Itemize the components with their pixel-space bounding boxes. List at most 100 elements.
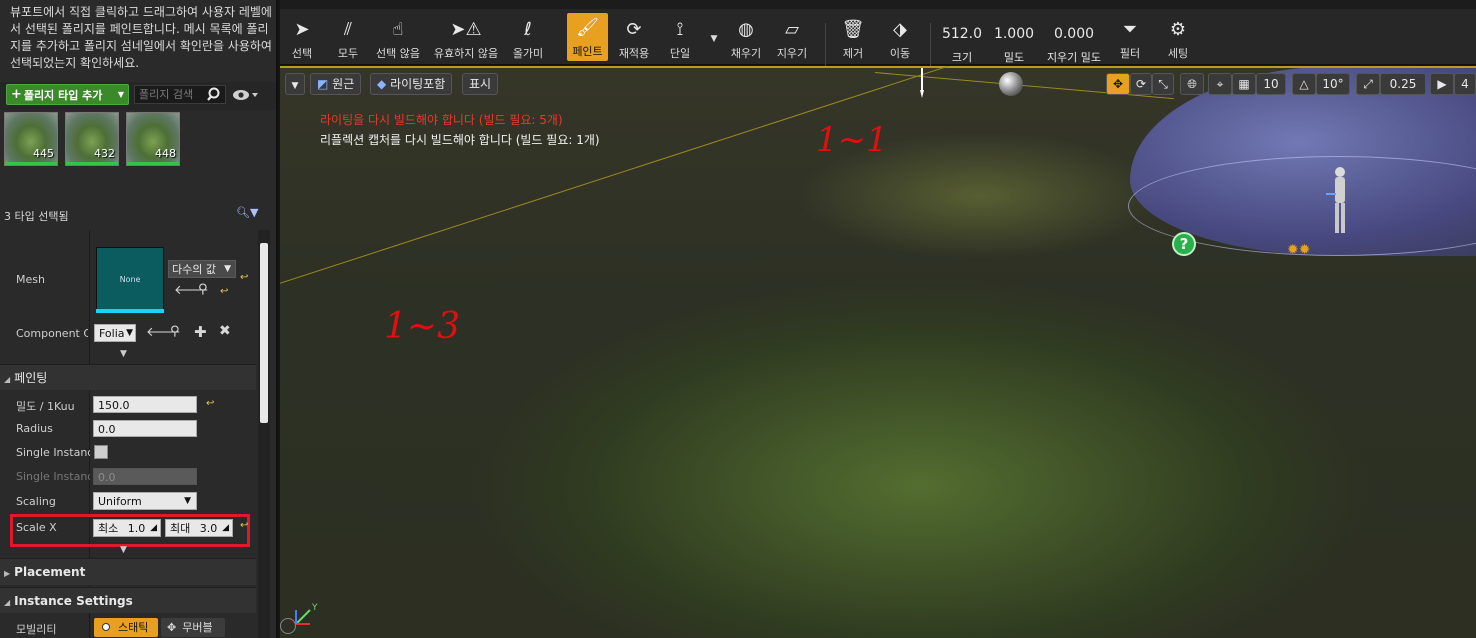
mobility-static-button[interactable]: 스태틱 bbox=[94, 618, 158, 637]
directional-light-icon bbox=[920, 68, 924, 98]
instructions-text: 뷰포트에서 직접 클릭하고 드래그하여 사용자 레벨에서 선택된 폴리지를 페인… bbox=[10, 5, 272, 70]
world-local-globe-icon[interactable]: 🌐︎ bbox=[1180, 73, 1204, 95]
select-all-cursor-icon: ⫽ bbox=[343, 19, 353, 40]
tool-remove[interactable]: 🗑︎ 제거 bbox=[835, 19, 871, 69]
viewport-options-button[interactable]: ▼ bbox=[285, 73, 305, 95]
rotation-snap-icon[interactable]: △ bbox=[1292, 73, 1316, 95]
scale-x-min-value: 1.0 bbox=[127, 522, 146, 535]
level-viewport[interactable]: ▼ ◩ 원근 ◆ 라이팅포함 표시 ✥ ⟳ ⤡ 🌐︎ ⌖ ▦ 10 △ 10° … bbox=[280, 66, 1476, 638]
funnel-filter-icon: ⏷ bbox=[1122, 19, 1138, 40]
tool-select[interactable]: ➤ 선택 bbox=[284, 19, 320, 69]
camera-speed-icon[interactable]: ▶ bbox=[1430, 73, 1454, 95]
foliage-thumbnail[interactable]: 432 bbox=[65, 112, 119, 166]
instance-settings-section-header[interactable]: ◢ Instance Settings bbox=[0, 587, 256, 613]
foliage-thumbnail[interactable]: 445 bbox=[4, 112, 58, 166]
brush-size-control[interactable]: 512.0 크기 bbox=[940, 23, 984, 65]
mesh-asset-combo[interactable]: 다수의 값 ▼ bbox=[168, 260, 236, 278]
move-cross-icon: ✥ bbox=[167, 621, 177, 634]
details-scrollbar-thumb[interactable] bbox=[260, 243, 268, 423]
scale-x-min-label: 최소 bbox=[98, 522, 119, 535]
mobility-movable-label: 무버블 bbox=[182, 621, 213, 634]
tool-select-all[interactable]: ⫽ 모두 bbox=[328, 19, 368, 69]
expand-advanced-icon[interactable]: ▼ bbox=[120, 545, 127, 555]
perspective-cube-icon: ◩ bbox=[317, 77, 329, 91]
translate-mode-icon[interactable]: ✥ bbox=[1106, 73, 1130, 95]
tool-move[interactable]: ⬗ 이동 bbox=[880, 19, 920, 69]
lighting-rebuild-warning: 라이팅을 다시 빌드해야 합니다 (빌드 필요: 5개) bbox=[320, 113, 563, 127]
scale-x-max-input[interactable]: 최대 3.0 ◢ bbox=[165, 519, 233, 537]
placement-section-title: Placement bbox=[14, 565, 86, 579]
radius-input[interactable]: 0.0 bbox=[93, 420, 197, 437]
hand-icon: ☝ bbox=[392, 19, 404, 40]
tool-paint[interactable]: 🖌︎ 페인트 bbox=[567, 13, 608, 61]
chevron-down-icon: ▼ bbox=[291, 81, 299, 91]
reset-to-default-icon[interactable]: ↩ bbox=[206, 398, 214, 409]
grid-snap-icon[interactable]: ▦ bbox=[1232, 73, 1256, 95]
clear-x-icon[interactable]: ✖ bbox=[219, 323, 231, 339]
scale-mode-icon[interactable]: ⤡ bbox=[1152, 73, 1174, 95]
scaling-combo[interactable]: Uniform ▼ bbox=[93, 492, 197, 510]
mesh-thumbnail-bar bbox=[96, 309, 164, 313]
viewport-corner-icon bbox=[280, 618, 296, 634]
scale-snap-icon[interactable]: ⤢ bbox=[1356, 73, 1380, 95]
tool-reapply-label: 재적용 bbox=[618, 47, 650, 60]
density-input[interactable]: 150.0 bbox=[93, 396, 197, 413]
view-mode-button[interactable]: ◆ 라이팅포함 bbox=[370, 73, 453, 95]
expand-advanced-icon[interactable]: ▼ bbox=[120, 349, 127, 359]
thumbnail-active-bar bbox=[127, 162, 179, 165]
scale-x-min-input[interactable]: 최소 1.0 ◢ bbox=[93, 519, 161, 537]
browse-search-icon[interactable]: ⚲ bbox=[170, 324, 180, 339]
mobility-movable-button[interactable]: ✥ 무버블 bbox=[161, 618, 225, 637]
perspective-button[interactable]: ◩ 원근 bbox=[310, 73, 362, 95]
details-options-icon[interactable]: 🔍︎▼ bbox=[236, 206, 258, 219]
show-flags-button[interactable]: 표시 bbox=[462, 73, 499, 95]
help-question-icon[interactable]: ? bbox=[1172, 232, 1196, 256]
tool-single[interactable]: ⟟ 단일 bbox=[664, 19, 696, 69]
component-class-label: Component Cla bbox=[16, 327, 88, 340]
tool-reapply[interactable]: ⟳ 재적용 bbox=[614, 19, 654, 69]
scale-snap-value[interactable]: 0.25 bbox=[1380, 73, 1426, 95]
tool-move-label: 이동 bbox=[889, 47, 911, 60]
tool-erase[interactable]: ▱ 지우기 bbox=[772, 19, 812, 69]
painting-section-header[interactable]: ◢ 페인팅 bbox=[0, 364, 256, 390]
add-foliage-type-button[interactable]: + 폴리지 타입 추가 ▼ bbox=[6, 84, 129, 105]
single-instance-checkbox[interactable] bbox=[94, 445, 108, 459]
resize-handle-icon: ◢ bbox=[222, 523, 229, 533]
tool-deselect-label: 선택 않음 bbox=[376, 47, 420, 60]
mesh-label: Mesh bbox=[16, 273, 45, 286]
paint-density-control[interactable]: 1.000 밀도 bbox=[992, 23, 1036, 65]
radius-label: Radius bbox=[16, 422, 53, 435]
browse-search-icon[interactable]: ⚲ bbox=[198, 282, 208, 297]
search-icon[interactable] bbox=[205, 86, 223, 103]
foliage-panel: 뷰포트에서 직접 클릭하고 드래그하여 사용자 레벨에서 선택된 폴리지를 페인… bbox=[0, 0, 278, 638]
erase-density-control[interactable]: 0.000 지우기 밀도 bbox=[1042, 23, 1106, 65]
placement-section-header[interactable]: ▶ Placement bbox=[0, 558, 256, 585]
reset-to-default-icon[interactable]: ↩ bbox=[240, 520, 248, 531]
add-plus-icon[interactable]: ✚ bbox=[194, 323, 207, 341]
density-label: 밀도 / 1Kuu bbox=[16, 400, 75, 413]
foliage-thumbnail[interactable]: 448 bbox=[126, 112, 180, 166]
settings-button[interactable]: ⚙ 세팅 bbox=[1156, 19, 1200, 69]
component-class-combo[interactable]: Folia ▼ bbox=[94, 324, 136, 342]
reset-to-default-icon[interactable]: ↩ bbox=[220, 286, 228, 297]
rotate-mode-icon[interactable]: ⟳ bbox=[1130, 73, 1152, 95]
tool-fill[interactable]: ◍ 채우기 bbox=[726, 19, 766, 69]
tool-lasso[interactable]: ℓ 올가미 bbox=[508, 19, 548, 69]
rotation-snap-value[interactable]: 10° bbox=[1316, 73, 1350, 95]
reset-to-default-icon[interactable]: ↩ bbox=[240, 272, 248, 283]
tool-select-invalid[interactable]: ➤⚠ 유효하지 않음 bbox=[430, 19, 502, 69]
view-options-eye-icon[interactable] bbox=[232, 88, 260, 102]
filter-button[interactable]: ⏷ 필터 bbox=[1110, 19, 1150, 69]
scaling-label: Scaling bbox=[16, 495, 56, 508]
filter-label: 필터 bbox=[1119, 47, 1141, 60]
surface-snap-icon[interactable]: ⌖ bbox=[1208, 73, 1232, 95]
fill-bucket-icon: ◍ bbox=[738, 19, 754, 40]
camera-speed-value[interactable]: 4 bbox=[1454, 73, 1476, 95]
tab-strip-remnant bbox=[280, 0, 1476, 9]
tool-deselect[interactable]: ☝ 선택 않음 bbox=[372, 19, 424, 69]
add-foliage-type-label: 폴리지 타입 추가 bbox=[23, 88, 103, 102]
mesh-thumbnail[interactable]: None bbox=[96, 247, 164, 313]
grid-snap-value[interactable]: 10 bbox=[1256, 73, 1286, 95]
player-start-mannequin[interactable] bbox=[1326, 164, 1350, 240]
tool-select-all-label: 모두 bbox=[337, 47, 359, 60]
